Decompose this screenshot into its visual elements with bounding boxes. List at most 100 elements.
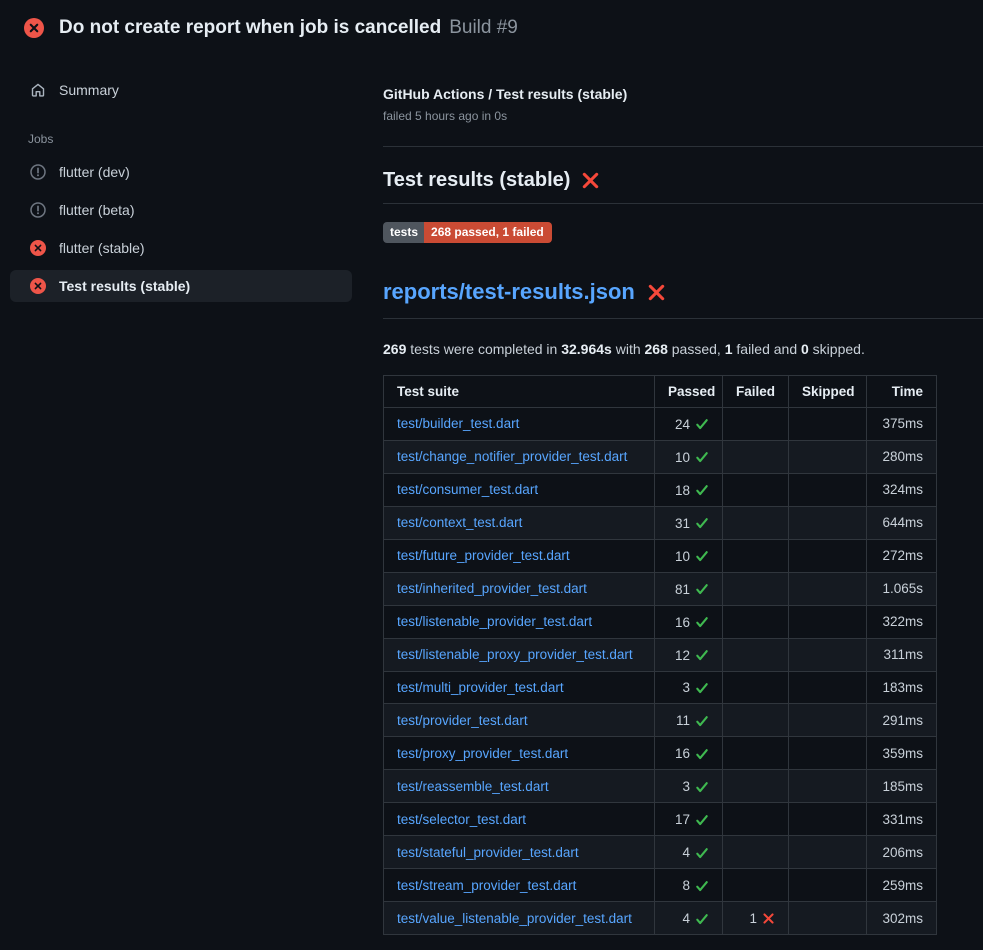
column-header: Failed — [723, 376, 789, 408]
column-header: Passed — [655, 376, 723, 408]
check-icon — [695, 582, 709, 596]
test-suite-link[interactable]: test/multi_provider_test.dart — [397, 680, 564, 695]
summary-text: 269 tests were completed in 32.964s with… — [383, 341, 983, 357]
sidebar-job-item[interactable]: Test results (stable) — [10, 270, 352, 302]
failed-x-icon — [581, 171, 600, 190]
check-icon — [695, 912, 709, 926]
check-icon — [695, 417, 709, 431]
table-body: test/builder_test.dart24375mstest/change… — [384, 408, 937, 935]
check-icon — [695, 681, 709, 695]
count-value: 24 — [675, 417, 690, 432]
count-value: 3 — [682, 680, 690, 695]
table-row: test/proxy_provider_test.dart16359ms — [384, 737, 937, 770]
time-value: 272ms — [867, 539, 937, 572]
table-row: test/selector_test.dart 17 331ms — [384, 803, 937, 836]
report-title-row: reports/test-results.json — [383, 279, 983, 319]
failed-x-icon — [647, 283, 666, 302]
table-header-row: Test suitePassedFailedSkippedTime — [384, 376, 937, 408]
check-icon — [695, 780, 709, 794]
divider — [383, 146, 983, 147]
count-value: 12 — [675, 648, 690, 663]
count-value: 31 — [675, 516, 690, 531]
x-circle-icon — [24, 18, 44, 38]
count-value: 11 — [676, 713, 690, 728]
table-row: test/context_test.dart31644ms — [384, 506, 937, 539]
test-suite-link[interactable]: test/listenable_provider_test.dart — [397, 614, 592, 629]
test-suite-link[interactable]: test/stateful_provider_test.dart — [397, 845, 579, 860]
time-value: 185ms — [867, 770, 937, 803]
page-title: Do not create report when job is cancell… — [59, 17, 441, 38]
test-suite-link[interactable]: test/context_test.dart — [397, 515, 522, 530]
check-run-header: Do not create report when job is cancell… — [0, 0, 983, 54]
job-label: Test results (stable) — [59, 278, 190, 294]
check-icon — [695, 846, 709, 860]
main-content: GitHub Actions / Test results (stable) f… — [383, 54, 983, 935]
table-row: test/stream_provider_test.dart 8 259ms — [384, 869, 937, 902]
table-row: test/listenable_provider_test.dart16322m… — [384, 605, 937, 638]
table-row: test/stateful_provider_test.dart 4 206ms — [384, 836, 937, 869]
section-title: Test results (stable) — [383, 169, 570, 192]
time-value: 331ms — [867, 803, 937, 836]
badge-value: 268 passed, 1 failed — [424, 222, 552, 243]
check-icon — [695, 615, 709, 629]
run-meta: failed 5 hours ago in 0s — [383, 109, 983, 123]
sidebar: Summary Jobs flutter (dev)flutter (beta)… — [0, 54, 383, 308]
job-label: flutter (dev) — [59, 164, 130, 180]
test-suite-link[interactable]: test/inherited_provider_test.dart — [397, 581, 587, 596]
job-label: flutter (beta) — [59, 202, 134, 218]
breadcrumb: GitHub Actions / Test results (stable) — [383, 86, 983, 102]
sidebar-item-summary[interactable]: Summary — [10, 74, 352, 106]
test-suite-link[interactable]: test/stream_provider_test.dart — [397, 878, 576, 893]
test-suite-link[interactable]: test/change_notifier_provider_test.dart — [397, 449, 627, 464]
check-icon — [695, 879, 709, 893]
count-value: 10 — [675, 450, 690, 465]
table-row: test/listenable_proxy_provider_test.dart… — [384, 638, 937, 671]
column-header: Test suite — [384, 376, 655, 408]
test-suite-link[interactable]: test/provider_test.dart — [397, 713, 528, 728]
count-value: 81 — [675, 582, 690, 597]
sidebar-job-item[interactable]: flutter (dev) — [10, 156, 352, 188]
count-value: 18 — [675, 483, 690, 498]
column-header: Time — [867, 376, 937, 408]
test-suite-link[interactable]: test/proxy_provider_test.dart — [397, 746, 568, 761]
time-value: 259ms — [867, 869, 937, 902]
check-icon — [695, 516, 709, 530]
table-row: test/consumer_test.dart 18 324ms — [384, 473, 937, 506]
time-value: 206ms — [867, 836, 937, 869]
time-value: 324ms — [867, 473, 937, 506]
sidebar-job-item[interactable]: flutter (stable) — [10, 232, 352, 264]
table-row: test/reassemble_test.dart 3 185ms — [384, 770, 937, 803]
tests-badge: tests 268 passed, 1 failed — [383, 222, 552, 243]
check-icon — [695, 648, 709, 662]
table-row: test/builder_test.dart24375ms — [384, 408, 937, 441]
build-number: Build #9 — [449, 17, 518, 38]
test-suite-link[interactable]: test/future_provider_test.dart — [397, 548, 570, 563]
table-row: test/inherited_provider_test.dart 81 1.065… — [384, 572, 937, 605]
test-suite-link[interactable]: test/value_listenable_provider_test.dart — [397, 911, 632, 926]
count-value: 17 — [675, 812, 690, 827]
test-suite-link[interactable]: test/selector_test.dart — [397, 812, 526, 827]
test-suite-link[interactable]: test/builder_test.dart — [397, 416, 519, 431]
count-value: 4 — [682, 845, 690, 860]
check-icon — [695, 747, 709, 761]
table-row: test/provider_test.dart11291ms — [384, 704, 937, 737]
check-icon — [695, 483, 709, 497]
job-label: flutter (stable) — [59, 240, 145, 256]
test-suite-link[interactable]: test/consumer_test.dart — [397, 482, 538, 497]
check-icon — [695, 813, 709, 827]
count-value: 8 — [682, 878, 690, 893]
time-value: 183ms — [867, 671, 937, 704]
jobs-list: flutter (dev) flutter (beta) flutter (stab… — [0, 156, 383, 302]
report-file-link[interactable]: reports/test-results.json — [383, 279, 635, 305]
time-value: 1.065s — [867, 572, 937, 605]
x-icon — [762, 912, 775, 925]
test-suite-link[interactable]: test/reassemble_test.dart — [397, 779, 549, 794]
sidebar-job-item[interactable]: flutter (beta) — [10, 194, 352, 226]
count-value: 3 — [682, 779, 690, 794]
test-suite-link[interactable]: test/listenable_proxy_provider_test.dart — [397, 647, 633, 662]
sidebar-item-label: Summary — [59, 82, 119, 98]
count-value: 4 — [682, 911, 690, 926]
time-value: 311ms — [867, 638, 937, 671]
test-results-table: Test suitePassedFailedSkippedTime test/b… — [383, 375, 937, 935]
time-value: 359ms — [867, 737, 937, 770]
